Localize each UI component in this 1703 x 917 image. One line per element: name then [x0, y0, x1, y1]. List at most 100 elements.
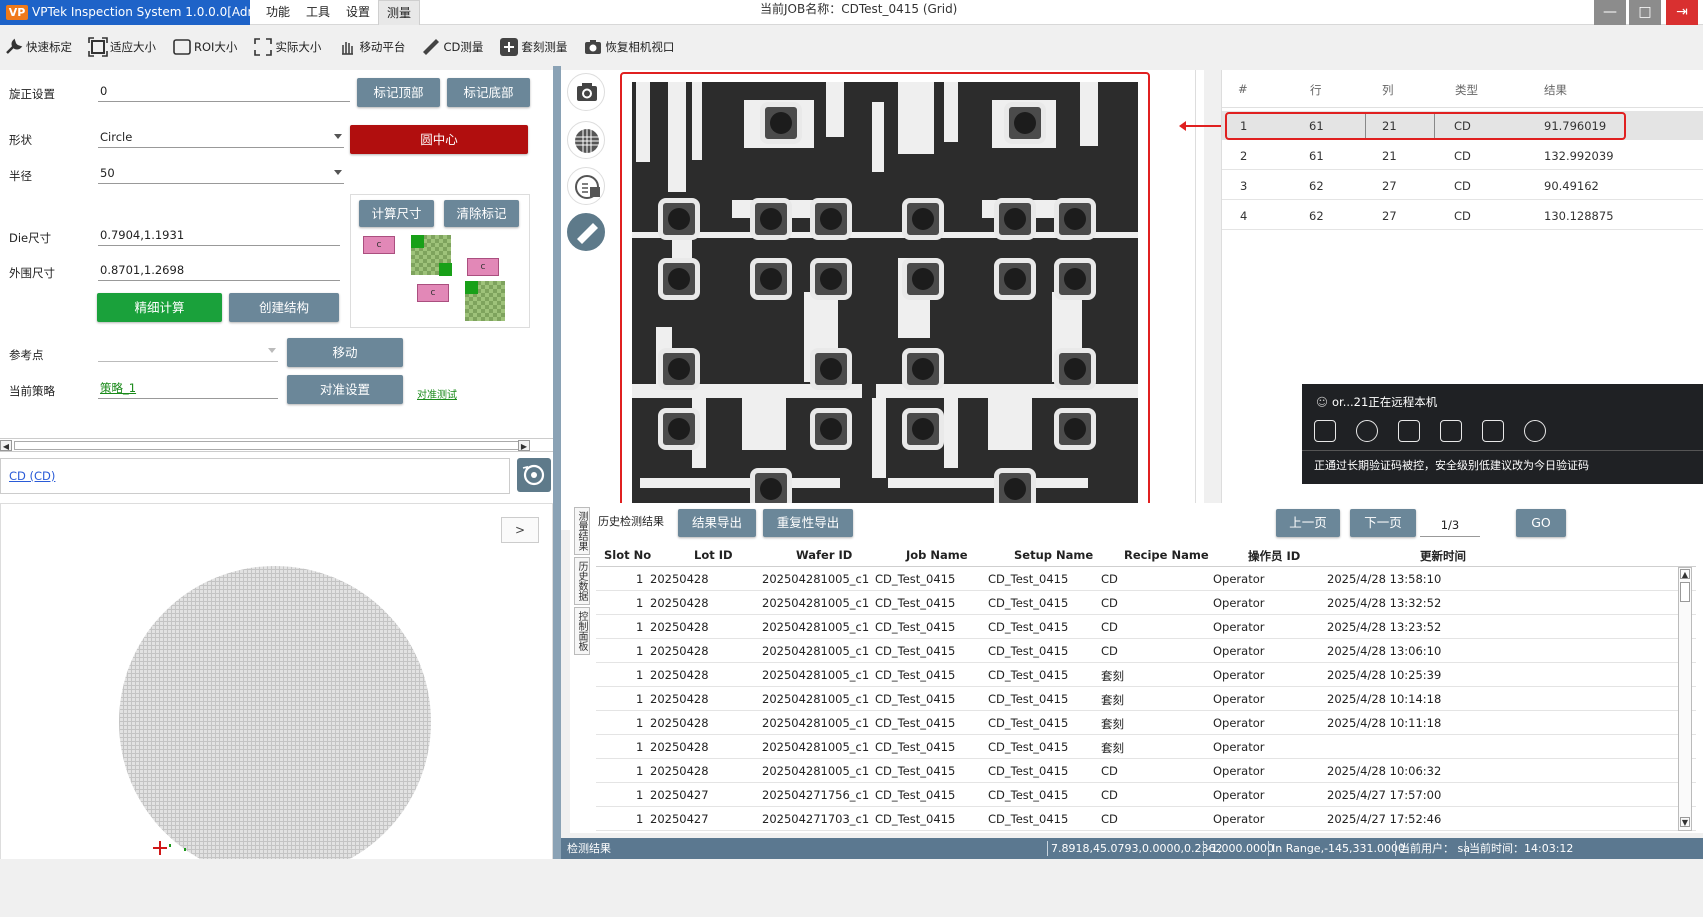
col-wafer[interactable]: Wafer ID: [796, 548, 852, 562]
radius-select[interactable]: 50: [98, 162, 344, 184]
menu-function[interactable]: 功能: [258, 0, 298, 25]
move-button[interactable]: 移动: [287, 338, 403, 367]
clear-mark-button[interactable]: 清除标记: [444, 200, 519, 227]
table-row[interactable]: 1 20250428 202504281005_c1 CD_Test_0415 CD_T…: [596, 759, 1696, 783]
panel-splitter[interactable]: [553, 66, 561, 917]
go-button[interactable]: GO: [1516, 509, 1566, 537]
outer-size-field[interactable]: 0.8701,1.2698: [98, 259, 340, 281]
table-row[interactable]: 1 20250427 202504271756_c1 CD_Test_0415 CD_T…: [596, 783, 1696, 807]
exit-button[interactable]: ⇥: [1666, 0, 1698, 25]
scroll-up-icon[interactable]: ▲: [1680, 569, 1690, 579]
actual-size-button[interactable]: 实际大小: [253, 37, 321, 57]
microphone-icon[interactable]: [1356, 420, 1378, 442]
result-row[interactable]: 2 61 21 CD 132.992039: [1222, 141, 1703, 170]
scroll-right-icon[interactable]: ▶: [518, 440, 530, 451]
overlay-measure-button[interactable]: 套刻测量: [499, 37, 567, 57]
table-cell: CD_Test_0415: [875, 740, 956, 754]
table-row[interactable]: 1 20250427 202504271703_c1 CD_Test_0415 CD_T…: [596, 807, 1696, 831]
table-row[interactable]: 1 20250428 202504281005_c1 CD_Test_0415 CD_T…: [596, 735, 1696, 759]
status-left: 检测结果: [567, 842, 611, 855]
wafer-map[interactable]: [119, 566, 431, 878]
table-cell: 1: [636, 620, 644, 634]
col-setup[interactable]: Setup Name: [1014, 548, 1093, 562]
rotation-input[interactable]: 0: [98, 80, 350, 102]
menu-settings[interactable]: 设置: [338, 0, 378, 25]
roi-size-button[interactable]: ROI大小: [172, 37, 237, 57]
measure-tool-button[interactable]: [567, 213, 605, 251]
circle-center-button[interactable]: 圆中心: [350, 125, 528, 154]
menu-tools[interactable]: 工具: [298, 0, 338, 25]
table-row[interactable]: 1 20250428 202504281005_c1 CD_Test_0415 CD_T…: [596, 663, 1696, 687]
horizontal-scrollbar[interactable]: ◀ ▶: [0, 438, 553, 452]
table-cell: Operator: [1213, 740, 1265, 754]
minimize-button[interactable]: —: [1594, 0, 1626, 25]
wafer-list-button[interactable]: [567, 167, 605, 205]
page-indicator[interactable]: 1/3: [1420, 513, 1480, 537]
refresh-structure-button[interactable]: [517, 458, 551, 492]
table-row[interactable]: 1 20250428 202504281005_c1 CD_Test_0415 CD_T…: [596, 687, 1696, 711]
table-row[interactable]: 1 20250428 202504281005_c1 CD_Test_0415 CD_T…: [596, 591, 1696, 615]
col-operator[interactable]: 操作员 ID: [1248, 548, 1300, 564]
table-row[interactable]: 1 20250428 202504281005_c1 CD_Test_0415 CD_T…: [596, 567, 1696, 591]
fit-size-button[interactable]: 适应大小: [88, 37, 156, 57]
tab-control-panel[interactable]: 控制面板: [574, 607, 590, 655]
scroll-thumb[interactable]: [1680, 582, 1690, 602]
camera-button[interactable]: [567, 73, 605, 111]
grid-button[interactable]: [567, 121, 605, 159]
outer-size-label: 外围尺寸: [9, 266, 55, 280]
scroll-left-icon[interactable]: ◀: [0, 440, 12, 451]
repeat-export-button[interactable]: 重复性导出: [763, 509, 853, 537]
align-test-link[interactable]: 对准测试: [417, 386, 457, 401]
die-size-field[interactable]: 0.7904,1.1931: [98, 224, 340, 246]
maximize-icon: □: [1638, 4, 1652, 20]
table-cell: 2025/4/28 10:11:18: [1327, 716, 1442, 730]
result-row[interactable]: 3 62 27 CD 90.49162: [1222, 171, 1703, 200]
table-row[interactable]: 1 20250428 202504281005_c1 CD_Test_0415 CD_T…: [596, 615, 1696, 639]
strategy-field[interactable]: 策略_1: [98, 377, 278, 399]
col-job[interactable]: Job Name: [906, 548, 968, 562]
camera-image-frame[interactable]: [620, 72, 1150, 528]
file-transfer-icon[interactable]: [1482, 420, 1504, 442]
move-stage-button[interactable]: 移动平台: [337, 37, 405, 57]
chat-icon[interactable]: [1314, 420, 1336, 442]
table-row[interactable]: 1 20250428 202504281005_c1 CD_Test_0415 CD_T…: [596, 711, 1696, 735]
image-scrollbar[interactable]: [1195, 70, 1203, 528]
tab-measure-results[interactable]: 测量结果: [574, 507, 590, 555]
col-lot[interactable]: Lot ID: [694, 548, 733, 562]
wafer-expand-button[interactable]: >: [501, 517, 539, 543]
col-recipe[interactable]: Recipe Name: [1124, 548, 1209, 562]
history-rows: 1 20250428 202504281005_c1 CD_Test_0415 CD_T…: [596, 567, 1696, 831]
create-structure-button[interactable]: 创建结构: [229, 293, 339, 322]
tab-history-data[interactable]: 历史数据: [574, 557, 590, 605]
export-results-button[interactable]: 结果导出: [678, 509, 756, 537]
col-slot[interactable]: Slot No: [604, 548, 651, 562]
quick-calibrate-button[interactable]: 快速标定: [4, 37, 72, 57]
mark-top-button[interactable]: 标记顶部: [357, 78, 440, 107]
shape-select[interactable]: Circle: [98, 126, 344, 148]
calc-size-button[interactable]: 计算尺寸: [359, 200, 434, 227]
scroll-down-icon[interactable]: ▼: [1680, 817, 1690, 827]
text-icon[interactable]: [1440, 420, 1462, 442]
table-row[interactable]: 1 20250428 202504281005_c1 CD_Test_0415 CD_T…: [596, 639, 1696, 663]
menu-measure[interactable]: 测量: [378, 0, 421, 25]
cd-structure-link[interactable]: CD (CD): [9, 469, 55, 483]
cd-structure-tab[interactable]: CD (CD): [0, 458, 510, 494]
close-icon[interactable]: [1524, 420, 1546, 442]
scroll-thumb[interactable]: [14, 441, 526, 450]
col-updated[interactable]: 更新时间: [1420, 548, 1466, 564]
align-settings-button[interactable]: 对准设置: [287, 375, 403, 404]
restore-camera-view-button[interactable]: 恢复相机视口: [583, 37, 674, 57]
fine-calc-button[interactable]: 精细计算: [97, 293, 222, 322]
maximize-button[interactable]: □: [1629, 0, 1661, 25]
mark-bottom-button[interactable]: 标记底部: [447, 78, 530, 107]
ref-point-select[interactable]: [98, 340, 278, 362]
history-scrollbar[interactable]: ▲ ▼: [1678, 567, 1692, 831]
wafer-camera-image[interactable]: [632, 82, 1138, 520]
screen-share-icon[interactable]: [1398, 420, 1420, 442]
next-page-button[interactable]: 下一页: [1350, 509, 1416, 537]
tool-label: 快速标定: [26, 40, 72, 54]
table-cell: 1: [636, 716, 644, 730]
prev-page-button[interactable]: 上一页: [1276, 509, 1340, 537]
cd-measure-button[interactable]: CD测量: [421, 37, 483, 57]
result-row[interactable]: 4 62 27 CD 130.128875: [1222, 201, 1703, 230]
